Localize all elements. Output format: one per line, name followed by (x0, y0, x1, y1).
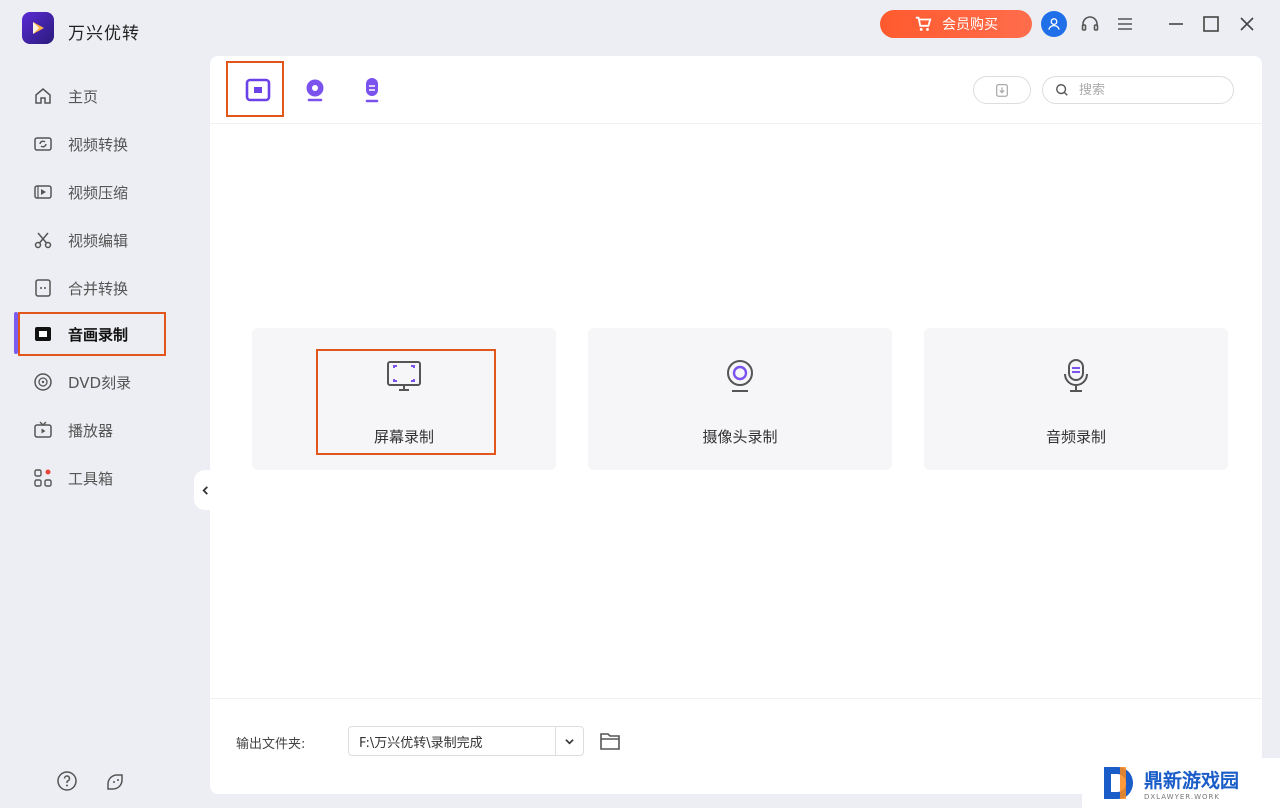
sidebar-item-toolbox[interactable]: 工具箱 (18, 458, 208, 498)
card-label: 音频录制 (1045, 428, 1106, 446)
toolbox-icon (32, 467, 54, 489)
app-logo-icon (22, 12, 54, 44)
microphone-icon (1056, 356, 1096, 396)
webcam-icon (720, 356, 760, 396)
sidebar-item-label: 工具箱 (68, 469, 114, 488)
app-title: 万兴优转 (68, 24, 140, 44)
main-panel: 屏幕录制 摄像头录制 音频录制 输出文件夹: F:\万兴优转\录制完成 (210, 56, 1262, 794)
help-icon[interactable] (54, 768, 80, 794)
record-toolbar (210, 56, 1262, 124)
output-folder-label: 输出文件夹: (236, 737, 306, 752)
folder-icon[interactable] (598, 729, 622, 753)
vip-purchase-button[interactable]: 会员购买 (880, 10, 1032, 38)
highlight-box-card (316, 349, 496, 455)
sidebar-item-video-compress[interactable]: 视频压缩 (18, 172, 208, 212)
sidebar-item-label: 主页 (68, 87, 99, 106)
sidebar-item-label: DVD刻录 (68, 373, 132, 392)
sidebar-item-player[interactable]: 播放器 (18, 410, 208, 450)
sidebar-item-dvd[interactable]: DVD刻录 (18, 362, 208, 402)
headset-icon[interactable] (1078, 12, 1102, 36)
chevron-left-icon (201, 485, 208, 495)
sidebar-item-label: 视频压缩 (68, 183, 129, 202)
sidebar-item-label: 播放器 (68, 421, 114, 440)
sidebar-item-label: 视频编辑 (68, 231, 129, 250)
sidebar-item-home[interactable]: 主页 (18, 76, 208, 116)
search-icon (1056, 84, 1068, 96)
sidebar-item-video-convert[interactable]: 视频转换 (18, 124, 208, 164)
minimize-icon[interactable] (1164, 12, 1188, 36)
dvd-icon (32, 371, 54, 393)
player-icon (32, 419, 54, 441)
home-icon (32, 85, 54, 107)
scissors-icon (32, 229, 54, 251)
close-icon[interactable] (1235, 12, 1259, 36)
title-bar: 万兴优转 会员购买 (0, 0, 1280, 56)
webcam-record-card[interactable]: 摄像头录制 (588, 328, 892, 470)
feedback-icon[interactable] (102, 768, 128, 794)
sidebar-item-video-edit[interactable]: 视频编辑 (18, 220, 208, 260)
sidebar-item-merge[interactable]: 合并转换 (18, 268, 208, 308)
export-button[interactable] (973, 76, 1031, 104)
microphone-icon (365, 78, 379, 103)
maximize-icon[interactable] (1199, 12, 1223, 36)
vip-purchase-label: 会员购买 (942, 17, 998, 33)
watermark-name: 鼎新游戏园 (1144, 769, 1240, 792)
sidebar-item-label: 视频转换 (68, 135, 129, 154)
video-convert-icon (32, 133, 54, 155)
export-icon (996, 84, 1008, 97)
search-input[interactable] (1079, 82, 1219, 98)
output-path-select[interactable]: F:\万兴优转\录制完成 (348, 726, 584, 756)
cart-icon (915, 16, 932, 31)
search-box (1042, 76, 1234, 104)
highlight-box-tab (226, 61, 284, 117)
watermark-logo-icon (1104, 767, 1133, 799)
audio-record-card[interactable]: 音频录制 (924, 328, 1228, 470)
webcam-icon (306, 79, 324, 102)
webcam-record-tab[interactable] (295, 70, 335, 110)
merge-icon (32, 277, 54, 299)
video-compress-icon (32, 181, 54, 203)
sidebar-item-label: 合并转换 (68, 279, 129, 298)
watermark: 鼎新游戏园 DXLAWYER.WORK (1082, 758, 1280, 808)
menu-icon[interactable] (1113, 12, 1137, 36)
card-label: 摄像头录制 (702, 428, 778, 446)
chevron-down-icon[interactable] (555, 727, 583, 755)
watermark-domain: DXLAWYER.WORK (1144, 792, 1220, 801)
user-avatar[interactable] (1041, 11, 1067, 37)
sidebar: 主页 视频转换 视频压缩 视频编辑 合并转换 音画录制 DVD刻录 播放器 工具… (0, 56, 216, 808)
audio-record-tab[interactable] (352, 70, 392, 110)
highlight-box-sidebar (18, 312, 166, 356)
user-icon (1048, 18, 1060, 30)
output-path-value: F:\万兴优转\录制完成 (359, 735, 483, 751)
